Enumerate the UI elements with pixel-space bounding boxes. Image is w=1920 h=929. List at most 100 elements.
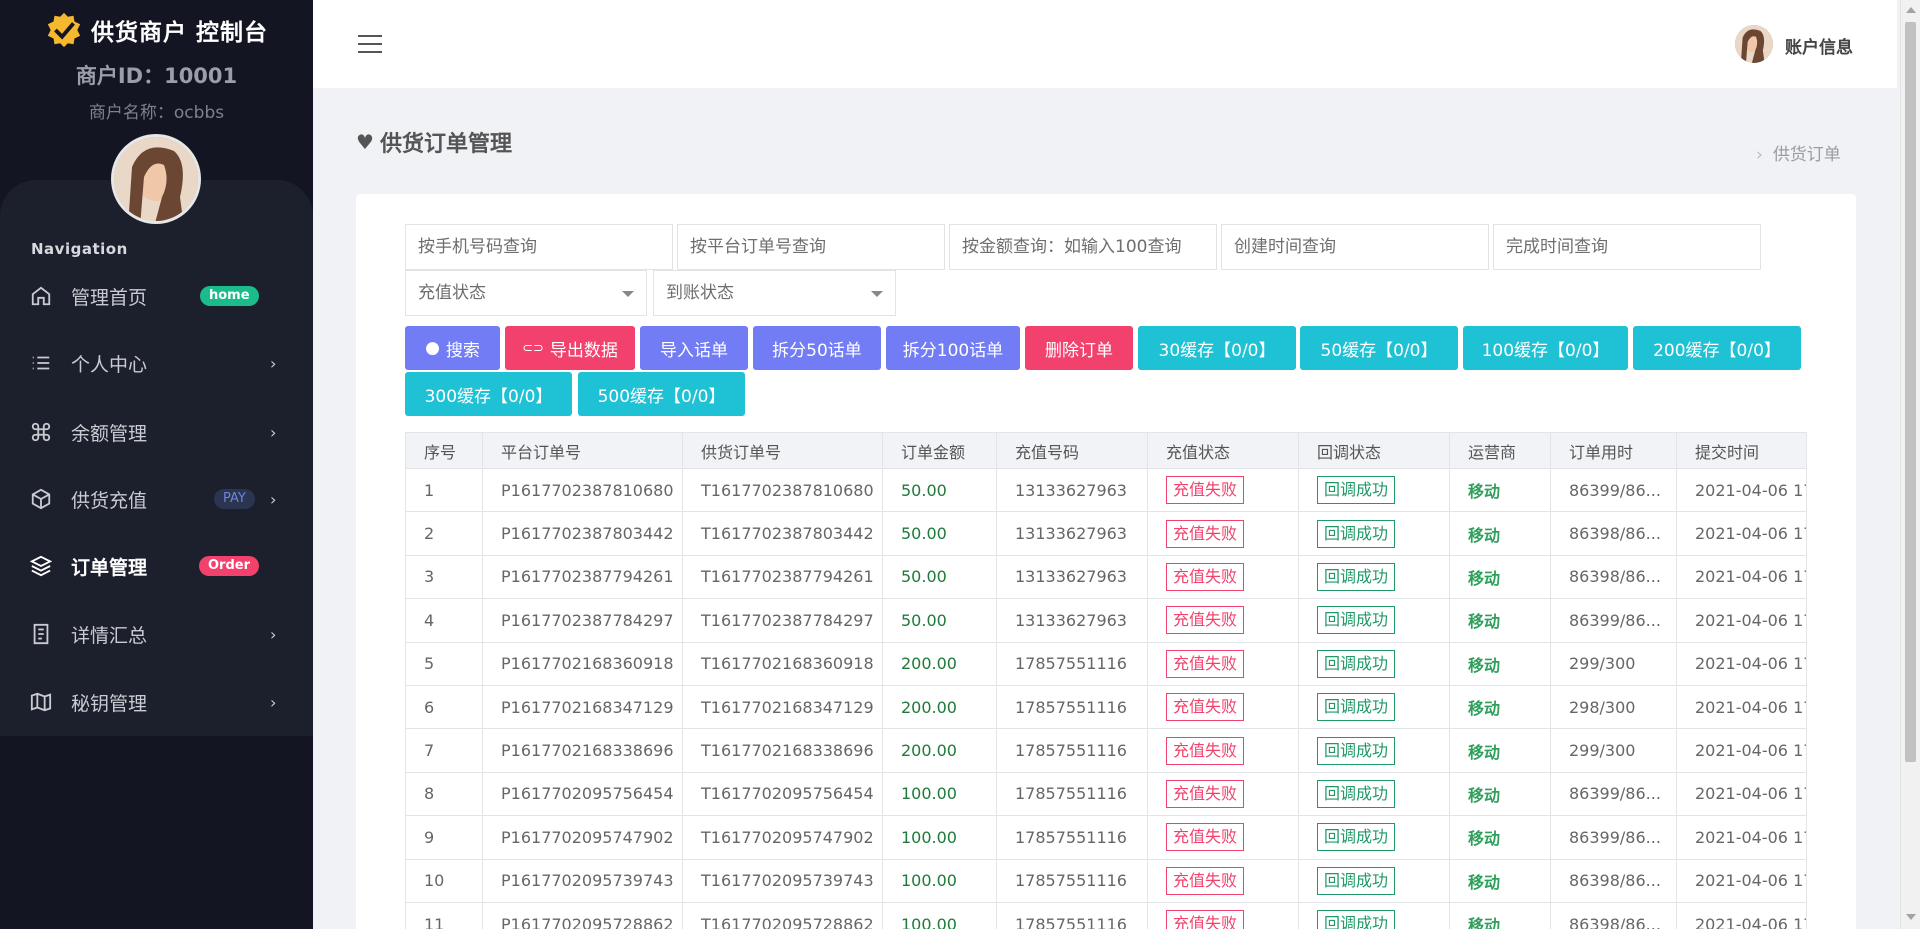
order-amount: 50.00: [882, 511, 997, 556]
column-header: 运营商: [1449, 432, 1551, 469]
cache30-button[interactable]: 30缓存【0/0】: [1138, 326, 1296, 370]
callback-status-badge: 回调成功: [1317, 910, 1396, 929]
carrier: 移动: [1449, 858, 1551, 903]
sidebar-item-profile[interactable]: 个人中心 ›: [0, 338, 313, 388]
table-row[interactable]: 2 P1617702387803442 T1617702387803442 50.00…: [405, 511, 1807, 556]
split50-button[interactable]: 拆分50话单: [753, 326, 881, 370]
order-duration: 298/300: [1550, 684, 1677, 730]
order-amount: 200.00: [882, 684, 997, 730]
finished-time-input[interactable]: 完成时间查询: [1493, 224, 1761, 270]
platform-order-search-input[interactable]: 按平台订单号查询: [677, 224, 945, 270]
table-row[interactable]: 11 P1617702095728862 T1617702095728862 100.…: [405, 901, 1807, 929]
table-row[interactable]: 3 P1617702387794261 T1617702387794261 50.00…: [405, 554, 1807, 600]
badge-check-logo-icon: [47, 12, 81, 48]
cache200-button[interactable]: 200缓存【0/0】: [1633, 326, 1801, 370]
scroll-down-arrow-icon[interactable]: [1906, 914, 1916, 920]
callback-status-badge: 回调成功: [1317, 606, 1396, 635]
row-index: 9: [405, 815, 483, 860]
row-index: 10: [405, 858, 483, 903]
table-row[interactable]: 1 P1617702387810680 T1617702387810680 50.00…: [405, 467, 1807, 513]
export-button[interactable]: ⊂⊃ 导出数据: [505, 326, 635, 370]
menu-toggle-icon[interactable]: [358, 35, 382, 53]
callback-status: 回调成功: [1298, 554, 1450, 600]
recharge-number: 17857551116: [996, 641, 1148, 686]
order-badge: Order: [199, 556, 259, 576]
recharge-status: 充值失败: [1147, 511, 1299, 556]
order-duration: 86399/86...: [1550, 467, 1677, 513]
search-button[interactable]: ● 搜索: [405, 326, 500, 370]
callback-status: 回调成功: [1298, 771, 1450, 817]
recharge-status-select[interactable]: 充值状态: [405, 270, 647, 316]
submit-time: 2021-04-06 17: [1676, 467, 1807, 513]
table-row[interactable]: 9 P1617702095747902 T1617702095747902 100.0…: [405, 815, 1807, 860]
column-header: 提交时间: [1676, 432, 1807, 469]
supply-order-no: T1617702168338696: [682, 728, 883, 773]
sidebar-item-label: 个人中心: [71, 353, 148, 376]
search-icon: ●: [425, 338, 440, 358]
carrier-label: 移动: [1468, 872, 1501, 892]
table-row[interactable]: 6 P1617702168347129 T1617702168347129 200.0…: [405, 684, 1807, 730]
recharge-status-badge: 充值失败: [1166, 910, 1245, 929]
brand-title: 供货商户 控制台: [90, 20, 268, 46]
platform-order-no: P1617702168347129: [482, 684, 683, 730]
table-row[interactable]: 7 P1617702168338696 T1617702168338696 200.0…: [405, 728, 1807, 773]
recharge-status-badge: 充值失败: [1166, 736, 1245, 765]
created-time-input[interactable]: 创建时间查询: [1221, 224, 1489, 270]
callback-status-badge: 回调成功: [1317, 476, 1396, 505]
delete-order-button[interactable]: 删除订单: [1025, 326, 1133, 370]
brand[interactable]: 供货商户 控制台: [0, 10, 313, 50]
recharge-status-badge: 充值失败: [1166, 562, 1245, 591]
cache50-button[interactable]: 50缓存【0/0】: [1300, 326, 1458, 370]
layers-icon: [30, 555, 52, 577]
chevron-right-icon: ›: [270, 353, 277, 373]
breadcrumb-current[interactable]: 供货订单: [1773, 145, 1841, 165]
avatar[interactable]: [111, 134, 201, 224]
import-button[interactable]: 导入话单: [640, 326, 748, 370]
order-duration: 86399/86...: [1550, 771, 1677, 817]
account-info-link[interactable]: 账户信息: [1785, 33, 1853, 58]
search-button-label: 搜索: [445, 340, 480, 361]
callback-status-badge: 回调成功: [1317, 736, 1396, 765]
callback-status-badge: 回调成功: [1317, 779, 1396, 808]
order-duration: 86398/86...: [1550, 901, 1677, 929]
supply-order-no: T1617702387784297: [682, 598, 883, 643]
scroll-up-arrow-icon[interactable]: [1906, 7, 1916, 13]
table-row[interactable]: 5 P1617702168360918 T1617702168360918 200.0…: [405, 641, 1807, 686]
table-row[interactable]: 10 P1617702095739743 T1617702095739743 100.…: [405, 858, 1807, 903]
home-icon: [31, 286, 51, 306]
cache300-button[interactable]: 300缓存【0/0】: [405, 372, 572, 416]
supply-order-no: T1617702387810680: [682, 467, 883, 513]
carrier: 移动: [1449, 684, 1551, 730]
amount-search-input[interactable]: 按金额查询：如输入100查询: [949, 224, 1217, 270]
cache100-button[interactable]: 100缓存【0/0】: [1463, 326, 1628, 370]
package-icon: [31, 488, 51, 510]
split100-button[interactable]: 拆分100话单: [886, 326, 1020, 370]
sidebar-item-balance[interactable]: 余额管理 ›: [0, 407, 313, 457]
sidebar-item-recharge[interactable]: 供货充值 PAY ›: [0, 474, 313, 524]
top-avatar[interactable]: [1735, 25, 1773, 63]
sidebar-item-keys[interactable]: 秘钥管理 ›: [0, 677, 313, 727]
recharge-number: 13133627963: [996, 467, 1148, 513]
cache500-button[interactable]: 500缓存【0/0】: [578, 372, 745, 416]
recharge-status: 充值失败: [1147, 815, 1299, 860]
phone-search-input[interactable]: 按手机号码查询: [405, 224, 673, 270]
sidebar-item-home[interactable]: 管理首页 home: [0, 271, 313, 321]
platform-order-no: P1617702095739743: [482, 858, 683, 903]
sidebar-item-summary[interactable]: 详情汇总 ›: [0, 609, 313, 659]
column-header: 充值号码: [996, 432, 1148, 469]
callback-status: 回调成功: [1298, 858, 1450, 903]
sidebar-item-label: 余额管理: [71, 422, 148, 445]
arrival-status-select[interactable]: 到账状态: [653, 270, 896, 316]
sidebar-item-orders[interactable]: 订单管理 Order: [0, 541, 313, 591]
supply-order-no: T1617702387803442: [682, 511, 883, 556]
table-row[interactable]: 4 P1617702387784297 T1617702387784297 50.00…: [405, 598, 1807, 643]
order-amount: 200.00: [882, 641, 997, 686]
map-icon: [30, 692, 52, 712]
page-scrollbar[interactable]: [1900, 0, 1920, 929]
table-row[interactable]: 8 P1617702095756454 T1617702095756454 100.0…: [405, 771, 1807, 817]
order-duration: 86399/86...: [1550, 598, 1677, 643]
column-header: 订单金额: [882, 432, 997, 469]
carrier: 移动: [1449, 901, 1551, 929]
submit-time: 2021-04-06 17: [1676, 684, 1807, 730]
scrollbar-thumb[interactable]: [1905, 22, 1916, 762]
